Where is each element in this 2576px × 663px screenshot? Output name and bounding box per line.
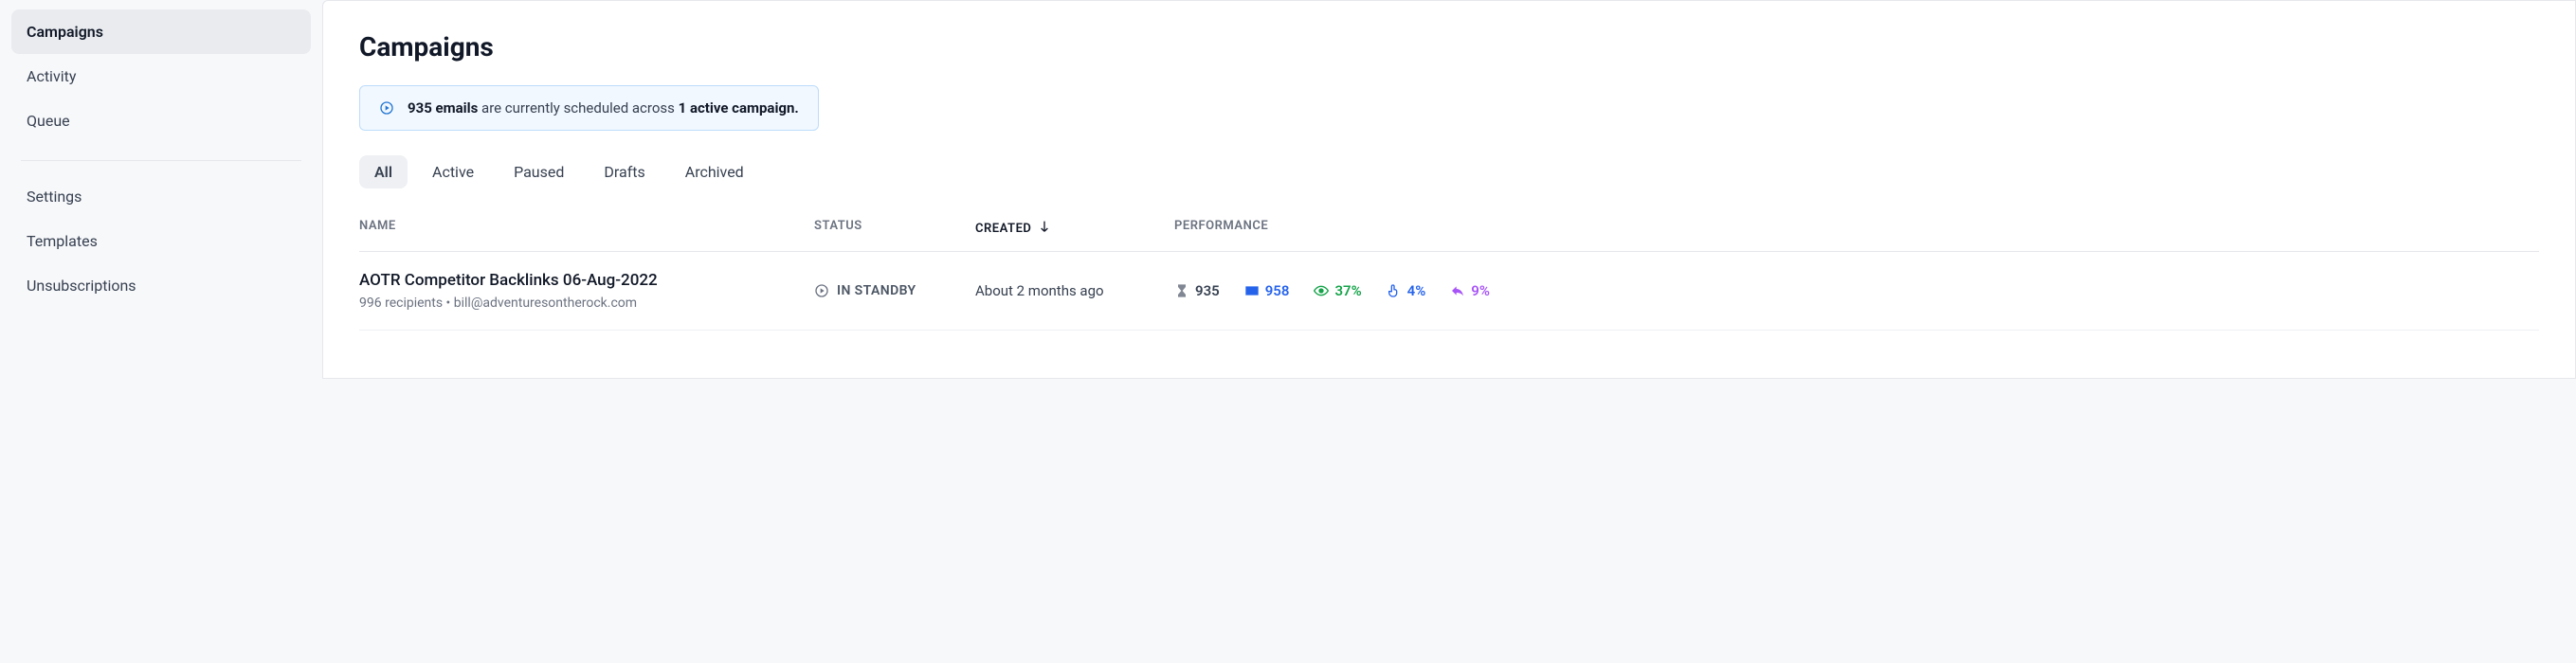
cell-created: About 2 months ago <box>975 282 1174 299</box>
metric-queued: 935 <box>1174 282 1220 299</box>
tab-active[interactable]: Active <box>417 155 489 188</box>
header-created-label: CREATED <box>975 222 1031 236</box>
sidebar-item-queue[interactable]: Queue <box>11 99 311 143</box>
cell-performance: 935 958 37% <box>1174 282 2539 299</box>
metric-reply: 9% <box>1450 282 1490 299</box>
sidebar-item-templates[interactable]: Templates <box>11 219 311 263</box>
hourglass-icon <box>1174 283 1189 298</box>
scheduled-emails-banner: 935 emails are currently scheduled acros… <box>359 85 819 131</box>
metric-click: 4% <box>1387 282 1426 299</box>
cell-name: AOTR Competitor Backlinks 06-Aug-2022 99… <box>359 271 814 311</box>
status-label: IN STANDBY <box>837 283 916 298</box>
sidebar-item-settings[interactable]: Settings <box>11 174 311 219</box>
table-row[interactable]: AOTR Competitor Backlinks 06-Aug-2022 99… <box>359 252 2539 331</box>
play-circle-icon <box>814 283 829 298</box>
metric-sent: 958 <box>1244 282 1290 299</box>
sidebar-item-activity[interactable]: Activity <box>11 54 311 99</box>
campaign-subtitle: 996 recipients • bill@adventuresontheroc… <box>359 296 814 311</box>
header-performance[interactable]: PERFORMANCE <box>1174 219 2539 238</box>
sidebar-divider <box>21 160 301 161</box>
metric-open: 37% <box>1314 282 1361 299</box>
arrow-down-icon <box>1037 219 1052 238</box>
sidebar: Campaigns Activity Queue Settings Templa… <box>0 0 322 379</box>
filter-tabs: All Active Paused Drafts Archived <box>359 155 2539 188</box>
banner-middle: are currently scheduled across <box>478 99 678 116</box>
header-status[interactable]: STATUS <box>814 219 975 238</box>
tab-all[interactable]: All <box>359 155 408 188</box>
eye-icon <box>1314 283 1329 298</box>
pointer-icon <box>1387 283 1402 298</box>
envelope-icon <box>1244 283 1260 298</box>
reply-icon <box>1450 283 1465 298</box>
tab-drafts[interactable]: Drafts <box>589 155 660 188</box>
banner-text: 935 emails are currently scheduled acros… <box>408 99 799 116</box>
campaigns-table: NAME STATUS CREATED PERFORMANCE AOTR Com… <box>359 209 2539 331</box>
page-title: Campaigns <box>359 31 2539 63</box>
banner-emails-count: 935 emails <box>408 99 478 116</box>
campaign-title: AOTR Competitor Backlinks 06-Aug-2022 <box>359 271 814 290</box>
metric-queued-value: 935 <box>1195 282 1220 299</box>
table-header: NAME STATUS CREATED PERFORMANCE <box>359 209 2539 252</box>
tab-archived[interactable]: Archived <box>670 155 759 188</box>
metric-click-value: 4% <box>1407 282 1426 299</box>
header-name[interactable]: NAME <box>359 219 814 238</box>
metric-reply-value: 9% <box>1471 282 1490 299</box>
metric-sent-value: 958 <box>1265 282 1290 299</box>
main-content: Campaigns 935 emails are currently sched… <box>322 0 2576 379</box>
play-circle-icon <box>379 100 394 116</box>
banner-campaigns: 1 active campaign. <box>679 99 799 116</box>
cell-status: IN STANDBY <box>814 283 975 298</box>
sidebar-item-unsubscriptions[interactable]: Unsubscriptions <box>11 263 311 308</box>
header-created[interactable]: CREATED <box>975 219 1174 238</box>
sidebar-item-campaigns[interactable]: Campaigns <box>11 9 311 54</box>
metric-open-value: 37% <box>1334 282 1361 299</box>
tab-paused[interactable]: Paused <box>499 155 579 188</box>
